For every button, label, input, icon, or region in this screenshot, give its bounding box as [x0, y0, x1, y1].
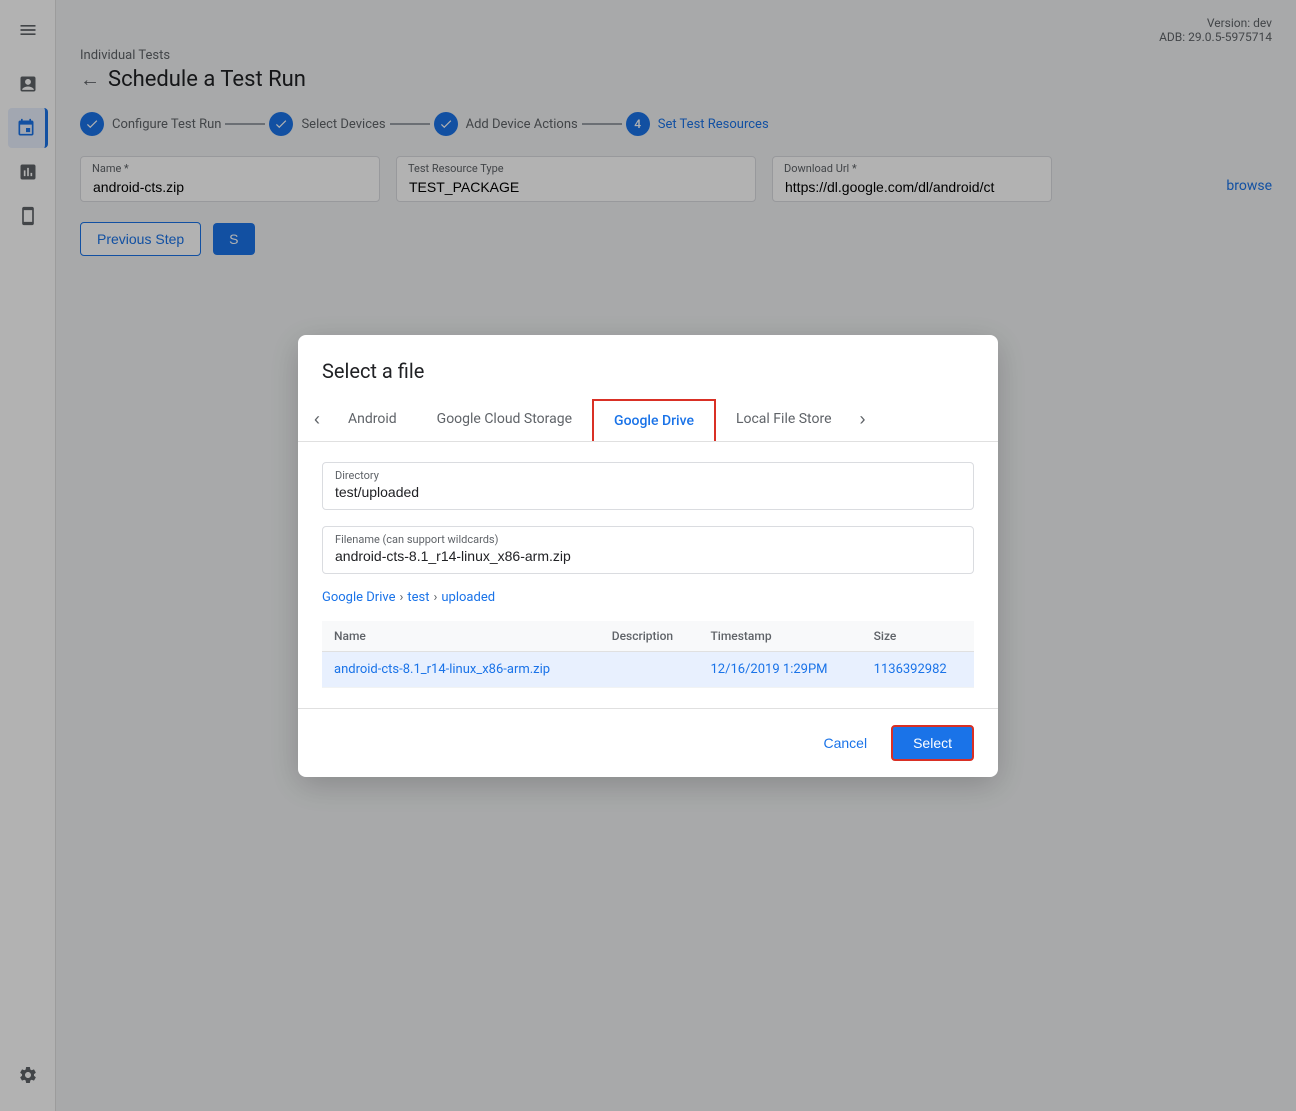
dialog-body: Directory Filename (can support wildcard…: [298, 442, 998, 708]
path-breadcrumb: Google Drive › test › uploaded: [322, 590, 974, 605]
table-row[interactable]: android-cts-8.1_r14-linux_x86-arm.zip 12…: [322, 651, 974, 687]
file-table: Name Description Timestamp Size android-…: [322, 621, 974, 688]
cancel-button[interactable]: Cancel: [811, 727, 879, 759]
file-description: [600, 651, 699, 687]
tab-android[interactable]: Android: [328, 399, 417, 441]
select-button[interactable]: Select: [891, 725, 974, 761]
path-link-test[interactable]: test: [407, 590, 429, 605]
dialog-footer: Cancel Select: [298, 708, 998, 777]
directory-input[interactable]: [335, 484, 961, 500]
tab-google-cloud-storage[interactable]: Google Cloud Storage: [417, 399, 592, 441]
directory-label: Directory: [335, 469, 961, 482]
file-timestamp: 12/16/2019 1:29PM: [698, 651, 861, 687]
tab-google-drive[interactable]: Google Drive: [592, 399, 716, 441]
tab-nav-left[interactable]: ‹: [306, 401, 328, 438]
file-table-header: Name Description Timestamp Size: [322, 621, 974, 652]
path-link-uploaded[interactable]: uploaded: [441, 590, 495, 605]
select-file-dialog: Select a file ‹ Android Google Cloud Sto…: [298, 335, 998, 777]
tab-local-file-store[interactable]: Local File Store: [716, 399, 852, 441]
filename-label: Filename (can support wildcards): [335, 533, 961, 546]
col-description: Description: [600, 621, 699, 652]
col-name: Name: [322, 621, 600, 652]
dialog-title: Select a file: [298, 335, 998, 399]
path-sep-2: ›: [433, 590, 437, 605]
dialog-overlay: Select a file ‹ Android Google Cloud Sto…: [0, 0, 1296, 1111]
col-size: Size: [862, 621, 974, 652]
col-timestamp: Timestamp: [698, 621, 861, 652]
directory-field: Directory: [322, 462, 974, 510]
tab-bar: ‹ Android Google Cloud Storage Google Dr…: [298, 399, 998, 442]
path-link-google-drive[interactable]: Google Drive: [322, 590, 395, 605]
path-sep-1: ›: [399, 590, 403, 605]
file-size: 1136392982: [862, 651, 974, 687]
file-name: android-cts-8.1_r14-linux_x86-arm.zip: [322, 651, 600, 687]
filename-field: Filename (can support wildcards): [322, 526, 974, 574]
tab-nav-right[interactable]: ›: [852, 401, 874, 438]
file-table-body: android-cts-8.1_r14-linux_x86-arm.zip 12…: [322, 651, 974, 687]
filename-input[interactable]: [335, 548, 961, 564]
